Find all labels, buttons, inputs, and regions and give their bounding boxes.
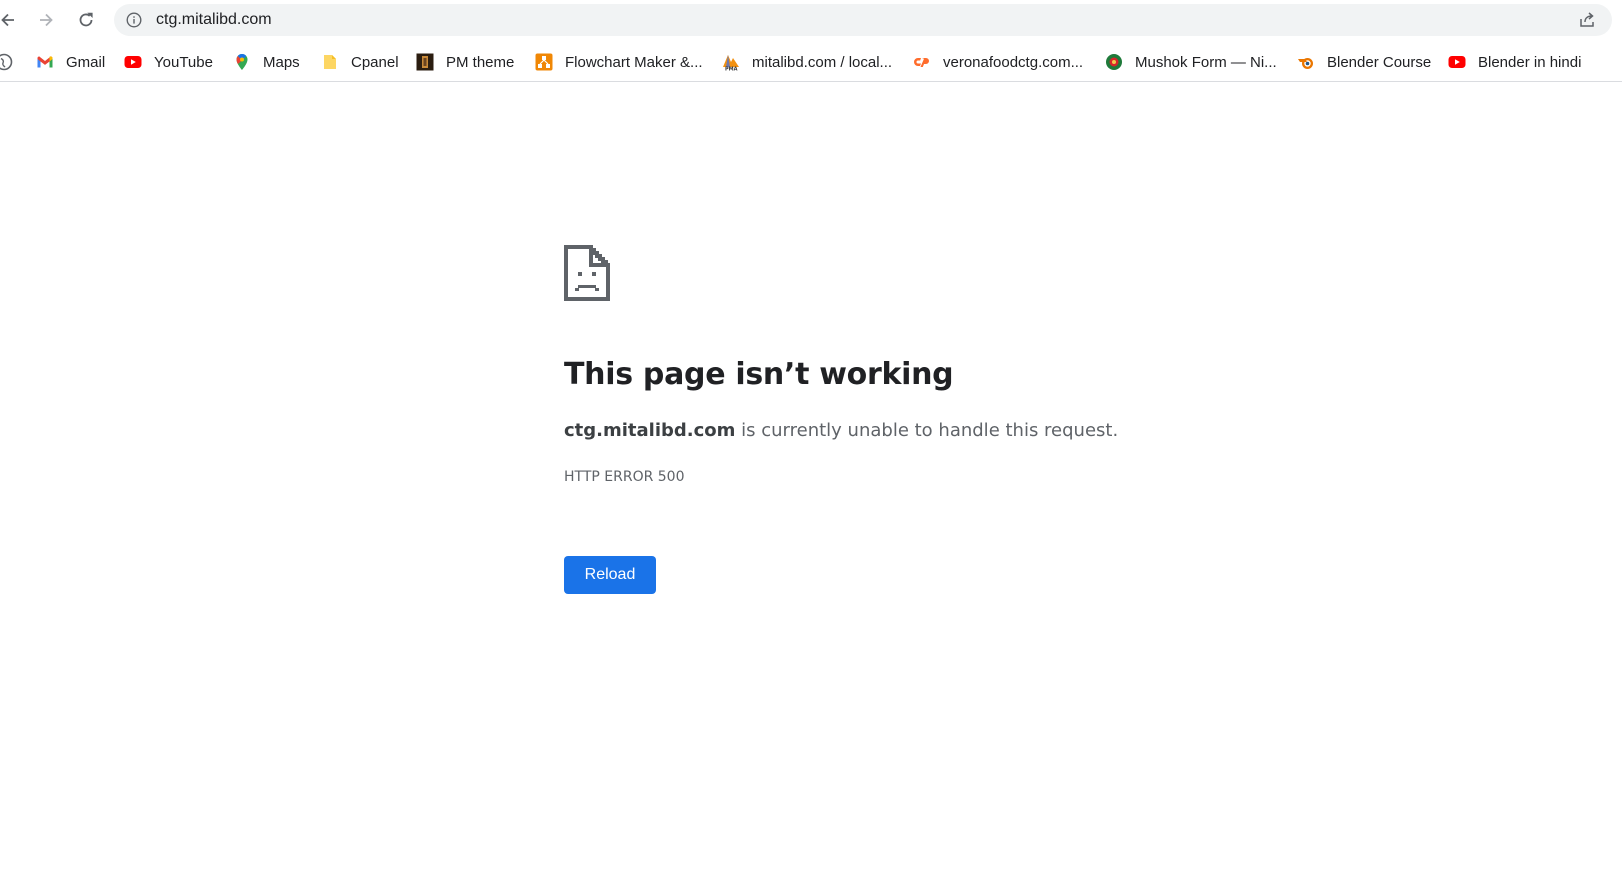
bookmark-blender-hindi[interactable]: Blender in hindi <box>1448 50 1581 74</box>
blender-icon <box>1297 53 1315 71</box>
phpmyadmin-icon: PMA <box>722 53 740 71</box>
mushok-icon <box>1105 53 1123 71</box>
bookmark-label: veronafoodctg.com... <box>943 53 1084 71</box>
page-title: This page isn’t working <box>564 357 954 392</box>
bookmark-label: Maps <box>263 53 300 71</box>
error-host: ctg.mitalibd.com <box>564 420 736 441</box>
bookmark-label: Blender in hindi <box>1478 53 1582 71</box>
bookmark-label: Mushok Form — Ni... <box>1135 53 1277 71</box>
bookmark-label: Flowchart Maker &... <box>565 53 703 71</box>
pm-theme-icon <box>416 53 434 71</box>
cpanel-icon <box>913 53 931 71</box>
bookmark-phpmyadmin[interactable]: PMA mitalibd.com / local... <box>722 50 892 74</box>
bookmark-maps[interactable]: Maps <box>233 50 300 74</box>
arrow-right-icon <box>40 13 53 27</box>
address-bar[interactable]: ctg.mitalibd.com <box>114 4 1612 36</box>
gmail-icon <box>36 53 54 71</box>
browser-toolbar: ctg.mitalibd.com <box>0 0 1622 40</box>
error-code: HTTP ERROR 500 <box>564 469 685 485</box>
arrow-left-icon <box>1 13 14 27</box>
bookmark-label: mitalibd.com / local... <box>752 53 893 71</box>
svg-text:PMA: PMA <box>725 67 738 72</box>
error-description: ctg.mitalibd.com is currently unable to … <box>564 420 1118 441</box>
bookmark-pm-theme[interactable]: PM theme <box>416 50 514 74</box>
bookmark-cpanel[interactable]: Cpanel <box>321 50 399 74</box>
info-circle-icon[interactable] <box>126 12 142 28</box>
bookmark-label: Gmail <box>66 53 106 71</box>
reload-icon <box>79 12 93 27</box>
error-message: is currently unable to handle this reque… <box>735 420 1119 441</box>
globe-icon[interactable] <box>0 53 16 71</box>
reload-nav-button[interactable] <box>72 6 100 34</box>
bookmark-label: Blender Course <box>1327 53 1432 71</box>
bookmark-youtube[interactable]: YouTube <box>124 50 213 74</box>
bookmark-label: YouTube <box>154 53 213 71</box>
bookmark-gmail[interactable]: Gmail <box>36 50 105 74</box>
youtube-icon <box>1448 53 1466 71</box>
forward-button[interactable] <box>32 6 60 34</box>
maps-pin-icon <box>233 53 251 71</box>
bookmark-mushok[interactable]: Mushok Form — Ni... <box>1105 50 1277 74</box>
bookmark-label: PM theme <box>446 53 515 71</box>
back-button[interactable] <box>0 6 22 34</box>
bookmark-label: Cpanel <box>351 53 399 71</box>
share-icon[interactable] <box>1578 11 1596 29</box>
bookmark-veronafood[interactable]: veronafoodctg.com... <box>913 50 1083 74</box>
flowchart-icon <box>535 53 553 71</box>
reload-button[interactable]: Reload <box>564 556 656 594</box>
url-text[interactable]: ctg.mitalibd.com <box>156 11 272 29</box>
bookmarks-bar: Gmail YouTube Maps Cpanel PM theme Flowc… <box>0 42 1622 82</box>
folder-icon <box>321 53 339 71</box>
sad-page-icon <box>564 245 610 301</box>
youtube-icon <box>124 53 142 71</box>
bookmark-flowchart[interactable]: Flowchart Maker &... <box>535 50 703 74</box>
bookmark-blender-course[interactable]: Blender Course <box>1297 50 1431 74</box>
